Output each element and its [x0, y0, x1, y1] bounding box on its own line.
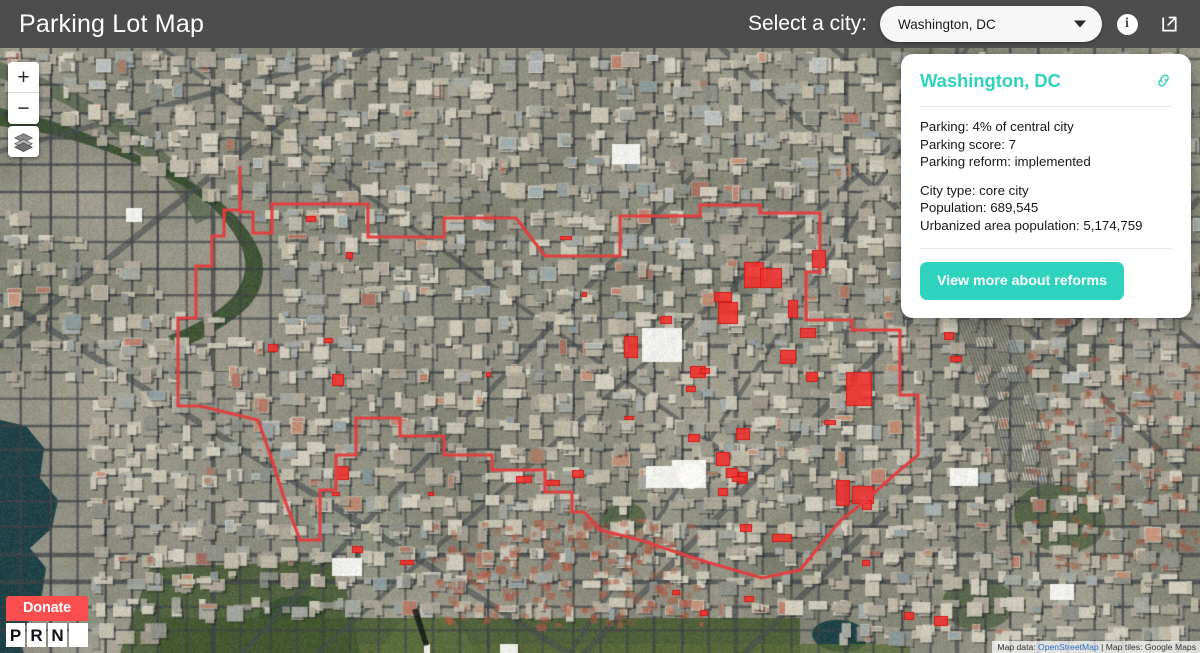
stat-city-type: City type: core city [920, 182, 1029, 198]
zoom-out-button[interactable]: − [8, 93, 39, 124]
layers-icon [13, 133, 34, 152]
prn-letter [69, 623, 88, 647]
popup-header: Washington, DC [920, 70, 1172, 94]
stat-parking-score: Parking score: 7 [920, 136, 1017, 152]
prn-letter: R [27, 623, 46, 647]
donate-button[interactable]: Donate [6, 596, 88, 621]
popup-spacer [920, 171, 1172, 182]
prn-donate-badge: Donate P R N [6, 596, 88, 647]
openstreetmap-link[interactable]: OpenStreetMap [1038, 642, 1099, 652]
city-select-dropdown[interactable]: Washington, DC [880, 6, 1102, 42]
info-button[interactable]: i [1110, 7, 1144, 41]
view-reforms-button[interactable]: View more about reforms [920, 261, 1125, 300]
prn-logo[interactable]: P R N [6, 623, 88, 647]
map-attribution: Map data: OpenStreetMap | Map tiles: Goo… [992, 641, 1200, 653]
zoom-in-button[interactable]: + [8, 62, 39, 93]
header-controls: Select a city: Washington, DC i [748, 6, 1200, 42]
external-link-icon [1162, 16, 1177, 32]
popup-divider [920, 247, 1172, 249]
city-select-value: Washington, DC [898, 16, 996, 32]
parking-lot-map-app: Parking Lot Map Select a city: Washingto… [0, 0, 1200, 653]
open-external-button[interactable] [1152, 7, 1186, 41]
popup-divider [920, 106, 1172, 107]
layers-button[interactable] [8, 126, 39, 157]
info-icon: i [1116, 13, 1138, 35]
stat-urbanized-population: Urbanized area population: 5,174,759 [920, 217, 1143, 233]
app-header: Parking Lot Map Select a city: Washingto… [0, 0, 1200, 48]
attribution-suffix: | Map tiles: Google Maps [1098, 642, 1196, 652]
select-city-label: Select a city: [747, 12, 867, 35]
link-icon[interactable] [1155, 72, 1172, 94]
prn-letter: N [48, 623, 67, 647]
city-stats-group: City type: core city Population: 689,545… [920, 182, 1172, 235]
attribution-prefix: Map data: [997, 642, 1039, 652]
zoom-controls: + − [8, 62, 39, 124]
chevron-down-icon [1074, 20, 1086, 28]
prn-letter: P [6, 623, 25, 647]
parking-stats-group: Parking: 4% of central city Parking scor… [920, 118, 1172, 171]
stat-parking-share: Parking: 4% of central city [920, 119, 1074, 134]
stat-population: Population: 689,545 [920, 200, 1039, 216]
page-title: Parking Lot Map [19, 9, 205, 38]
city-info-popup: Washington, DC Parking: 4% of central ci… [901, 54, 1191, 318]
stat-parking-reform: Parking reform: implemented [920, 154, 1091, 170]
popup-city-title: Washington, DC [920, 70, 1061, 91]
